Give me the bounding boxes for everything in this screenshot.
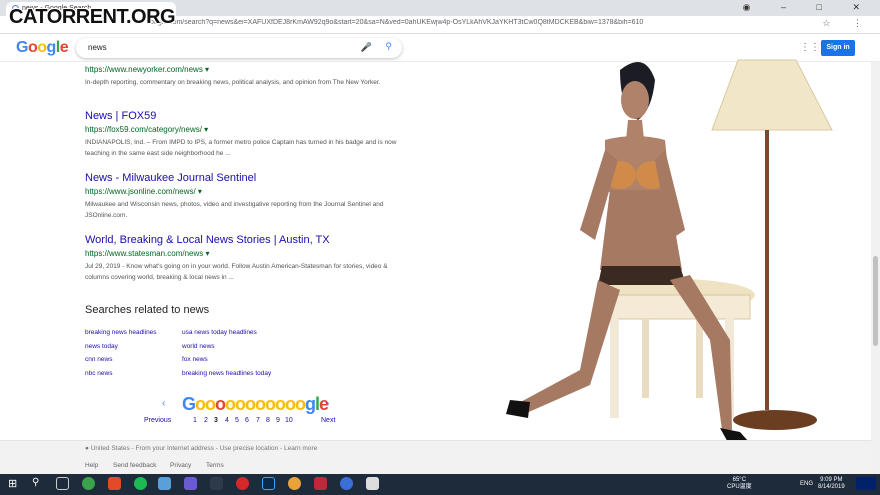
pagination-letter: o: [274, 394, 286, 414]
task-view-icon[interactable]: [56, 477, 69, 490]
page-link[interactable]: 4: [225, 417, 229, 424]
result-url[interactable]: https://www.jsonline.com/news/ ▾: [85, 187, 405, 196]
pagination-letter: o: [264, 394, 276, 414]
related-searches-heading: Searches related to news: [85, 304, 210, 316]
app-icon[interactable]: [158, 477, 171, 490]
pagination-letter: o: [214, 394, 226, 414]
page-link[interactable]: 10: [285, 417, 293, 424]
search-result: News | FOX59 https://fox59.com/category/…: [85, 110, 405, 159]
related-search-link[interactable]: world news: [182, 343, 215, 350]
windows-taskbar: ⊞ ⚲ 65°C CPU温度 ENG 9:09 PM 8/14/2019: [0, 474, 880, 495]
result-snippet: Jul 29, 2019 - Know what's going on in y…: [85, 263, 388, 281]
app-icon[interactable]: [108, 477, 121, 490]
app-icon[interactable]: [210, 477, 223, 490]
related-search-link[interactable]: usa news today headlines: [182, 329, 257, 336]
related-search-link[interactable]: nbc news: [85, 370, 112, 377]
logo-letter: g: [46, 39, 57, 56]
microphone-icon[interactable]: 🎤: [361, 42, 372, 53]
result-url[interactable]: https://fox59.com/category/news/ ▾: [85, 125, 405, 134]
app-icon[interactable]: [184, 477, 197, 490]
result-url[interactable]: https://www.statesman.com/news ▾: [85, 249, 405, 258]
google-logo[interactable]: Google: [16, 39, 69, 57]
result-title[interactable]: News - Milwaukee Journal Sentinel: [85, 172, 405, 184]
page-footer: ● United States - From your Internet add…: [0, 440, 871, 474]
related-search-link[interactable]: breaking news headlines today: [182, 370, 271, 377]
location-info: ● United States - From your Internet add…: [85, 445, 318, 452]
page-link[interactable]: 2: [204, 417, 208, 424]
search-result: https://www.newyorker.com/news ▾ In-dept…: [85, 62, 405, 88]
next-page-link[interactable]: Next: [321, 417, 335, 424]
url-text[interactable]: oogle.com/search?q=news&ei=XAFUXfDEJ8rKm…: [150, 19, 840, 26]
chevron-right-icon[interactable]: ›: [326, 398, 329, 409]
page-link[interactable]: 1: [193, 417, 197, 424]
search-result: World, Breaking & Local News Stories | A…: [85, 234, 405, 283]
related-search-link[interactable]: cnn news: [85, 356, 112, 363]
page-link[interactable]: 9: [276, 417, 280, 424]
window-controls[interactable]: ◉ – □ ✕: [743, 2, 874, 13]
result-title[interactable]: World, Breaking & Local News Stories | A…: [85, 234, 405, 246]
logo-letter: G: [16, 39, 28, 56]
watermark-logo: CATORRENT.ORG: [9, 6, 176, 28]
search-query[interactable]: news: [88, 43, 107, 52]
language-indicator[interactable]: ENG: [800, 481, 813, 488]
pagination-letter: o: [234, 394, 246, 414]
page-link[interactable]: 5: [235, 417, 239, 424]
app-icon[interactable]: [366, 477, 379, 490]
bookmark-star-icon[interactable]: ☆ ⋮: [822, 18, 872, 29]
footer-link-feedback[interactable]: Send feedback: [113, 462, 156, 469]
search-icon[interactable]: ⚲: [385, 41, 392, 52]
cpu-temp: 65°C CPU温度: [727, 477, 752, 490]
pagination-letter: o: [254, 394, 266, 414]
logo-letter: o: [27, 39, 38, 56]
pagination-letter: o: [224, 394, 236, 414]
related-search-link[interactable]: fox news: [182, 356, 208, 363]
pagination-letter: o: [194, 394, 206, 414]
page-current: 3: [214, 417, 218, 424]
pagination-letter: o: [244, 394, 256, 414]
page-link[interactable]: 6: [245, 417, 249, 424]
uk-flag-icon: [856, 477, 876, 490]
start-icon[interactable]: ⊞: [8, 477, 21, 490]
logo-letter: e: [59, 39, 69, 56]
result-url[interactable]: https://www.newyorker.com/news ▾: [85, 65, 405, 74]
chevron-left-icon[interactable]: ‹: [162, 398, 165, 409]
search-result: News - Milwaukee Journal Sentinel https:…: [85, 172, 405, 221]
pagination-letter: o: [204, 394, 216, 414]
result-snippet: Milwaukee and Wisconsin news, photos, vi…: [85, 201, 384, 219]
search-icon[interactable]: ⚲: [32, 477, 45, 490]
footer-link-help[interactable]: Help: [85, 462, 98, 469]
pagination-letter: G: [181, 394, 196, 414]
related-search-link[interactable]: breaking news headlines: [85, 329, 157, 336]
spotify-icon[interactable]: [134, 477, 147, 490]
app-icon[interactable]: [314, 477, 327, 490]
previous-page-link[interactable]: Previous: [144, 417, 171, 424]
app-icon[interactable]: [82, 477, 95, 490]
result-snippet: In-depth reporting, commentary on breaki…: [85, 79, 381, 86]
result-title[interactable]: News | FOX59: [85, 110, 405, 122]
pagination-letter: o: [284, 394, 296, 414]
result-snippet: INDIANAPOLIS, Ind. – From IMPD to IPS, a…: [85, 139, 397, 157]
chrome-icon[interactable]: [288, 477, 301, 490]
page-link[interactable]: 7: [256, 417, 260, 424]
footer-link-privacy[interactable]: Privacy: [170, 462, 191, 469]
clock[interactable]: 9:09 PM 8/14/2019: [818, 477, 845, 491]
photoshop-icon[interactable]: [262, 477, 275, 490]
pagination-letter: g: [304, 394, 316, 414]
related-search-link[interactable]: news today: [85, 343, 118, 350]
scrollbar-thumb[interactable]: [873, 256, 878, 346]
footer-link-terms[interactable]: Terms: [206, 462, 224, 469]
app-icon[interactable]: [340, 477, 353, 490]
character-overlay-image: [506, 59, 833, 464]
pagination-letter: o: [294, 394, 306, 414]
page-link[interactable]: 8: [266, 417, 270, 424]
pagination-logo: Gooooooooooogle: [170, 394, 340, 415]
logo-letter: o: [37, 39, 47, 56]
record-icon[interactable]: [236, 477, 249, 490]
search-input[interactable]: news 🎤 ⚲: [76, 38, 402, 58]
